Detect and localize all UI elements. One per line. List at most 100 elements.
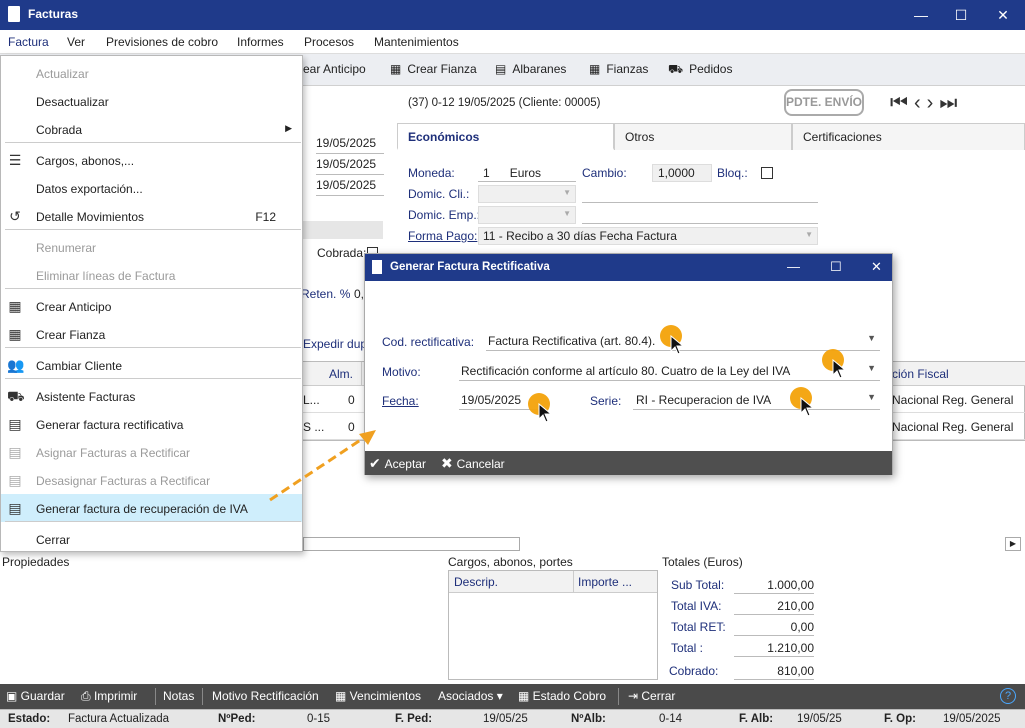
maximize-icon[interactable]: ☐	[830, 259, 842, 275]
section-bar	[303, 221, 383, 239]
moneda-label: Moneda:	[408, 166, 455, 180]
motivo-rectificacion-button[interactable]: Motivo Rectificación	[212, 689, 319, 703]
motivo-select[interactable]: Rectificación conforme al artículo 80. C…	[459, 361, 880, 381]
subtotal-value: 1.000,00	[734, 576, 814, 594]
previous-record-icon[interactable]: ‹	[914, 92, 927, 114]
close-icon[interactable]: ✕	[992, 6, 1014, 24]
tab-economicos[interactable]: Económicos	[397, 123, 614, 150]
help-icon[interactable]: ?	[1000, 688, 1016, 704]
next-record-icon[interactable]: ›	[927, 92, 940, 114]
dialog-footer: ✔ Aceptar ✖ Cancelar	[365, 451, 892, 475]
printer-icon: ⎙	[81, 689, 94, 703]
pedidos-button[interactable]: ⛟ Pedidos	[668, 62, 732, 78]
document-icon: ▤	[8, 500, 22, 516]
document-icon: ▤	[8, 444, 22, 460]
menu-procesos[interactable]: Procesos	[304, 35, 354, 49]
calculator-icon: ▦	[8, 298, 22, 314]
window-titlebar: Facturas — ☐ ✕	[0, 0, 1025, 30]
menu-item[interactable]: ▤ Generar factura rectificativa	[1, 410, 302, 438]
moneda-field[interactable]: 1 Euros	[478, 164, 576, 182]
domic-cli-select[interactable]: ▼	[478, 185, 576, 203]
col-alm[interactable]: Alm.	[329, 367, 353, 381]
menu-item[interactable]: Datos exportación...	[1, 174, 302, 202]
menu-item[interactable]: ⛟ Asistente Facturas	[1, 382, 302, 410]
cerrar-button[interactable]: ⇥ Cerrar	[628, 689, 675, 703]
chevron-down-icon: ▾	[493, 689, 503, 703]
menu-item-label: Actualizar	[36, 67, 89, 81]
col-fiscal[interactable]: ción Fiscal	[892, 367, 949, 381]
forma-pago-link[interactable]: Forma Pago:	[408, 229, 477, 243]
menu-item-label: Renumerar	[36, 241, 97, 255]
crear-fianza-button[interactable]: ▦ Crear Fianza	[390, 62, 477, 76]
menu-informes[interactable]: Informes	[237, 35, 284, 49]
col-importe[interactable]: Importe ...	[578, 575, 632, 589]
menu-item[interactable]: Desactualizar	[1, 87, 302, 115]
imprimir-button[interactable]: ⎙ Imprimir	[81, 689, 137, 704]
domic-emp-select[interactable]: ▼	[478, 206, 576, 224]
domic-emp-text[interactable]	[582, 206, 818, 224]
scroll-right-icon[interactable]: ▶	[1005, 537, 1021, 551]
menu-item[interactable]: Actualizar	[1, 59, 302, 87]
maximize-icon[interactable]: ☐	[950, 6, 972, 24]
estado-cobro-button[interactable]: ▦ Estado Cobro	[518, 689, 606, 703]
crear-anticipo-button[interactable]: ear Anticipo	[303, 62, 366, 76]
calculator-icon: ▦	[518, 689, 533, 703]
guardar-button[interactable]: ▣ Guardar	[6, 689, 65, 703]
menu-item[interactable]: Cobrada ▶	[1, 115, 302, 143]
horizontal-scroll-thumb[interactable]	[303, 537, 520, 551]
serie-label: Serie:	[590, 394, 622, 408]
date-field[interactable]: 19/05/2025	[316, 136, 384, 154]
menu-item[interactable]: ▦ Crear Anticipo	[1, 292, 302, 320]
expedir-label: Expedir dupl	[303, 337, 370, 351]
chevron-down-icon: ▼	[867, 363, 876, 373]
asociados-dropdown[interactable]: Asociados ▾	[438, 689, 503, 703]
vencimientos-button[interactable]: ▦ Vencimientos	[335, 689, 421, 703]
date-field[interactable]: 19/05/2025	[316, 157, 384, 175]
serie-select[interactable]: RI - Recuperacion de IVA ▼	[633, 390, 880, 410]
menu-ver[interactable]: Ver	[67, 35, 85, 49]
notas-button[interactable]: Notas	[163, 689, 194, 703]
minimize-icon[interactable]: —	[787, 259, 800, 274]
save-icon: ▣	[6, 689, 21, 703]
menu-item[interactable]: ▦ Crear Fianza	[1, 320, 302, 348]
menu-item-label: Eliminar líneas de Factura	[36, 269, 176, 283]
cursor-marker	[660, 325, 688, 355]
submenu-arrow-icon: ▶	[285, 123, 292, 133]
forma-pago-select[interactable]: 11 - Recibo a 30 días Fecha Factura ▼	[478, 227, 818, 245]
menu-item[interactable]: ▤ Asignar Facturas a Rectificar	[1, 438, 302, 466]
close-icon[interactable]: ✕	[871, 259, 882, 275]
calculator-icon: ▦	[589, 62, 601, 76]
albaranes-button[interactable]: ▤ Albaranes	[495, 62, 566, 76]
cambio-field[interactable]: 1,0000	[652, 164, 712, 182]
first-record-icon[interactable]: ⏮	[890, 92, 914, 114]
date-field[interactable]: 19/05/2025	[316, 178, 384, 196]
menu-mantenimientos[interactable]: Mantenimientos	[374, 35, 459, 49]
menu-item[interactable]: Cerrar	[1, 525, 302, 553]
menu-item[interactable]: Renumerar	[1, 233, 302, 261]
tab-otros[interactable]: Otros	[614, 123, 792, 150]
cursor-marker	[790, 387, 818, 417]
exit-icon: ⇥	[628, 689, 642, 703]
menu-item[interactable]: ▤ Desasignar Facturas a Rectificar	[1, 466, 302, 494]
cancelar-button[interactable]: ✖ Cancelar	[441, 455, 505, 472]
tab-certificaciones[interactable]: Certificaciones	[792, 123, 1025, 150]
col-descrip[interactable]: Descrip.	[454, 575, 498, 589]
fianzas-button[interactable]: ▦ Fianzas	[589, 62, 648, 76]
history-icon: ↺	[9, 208, 21, 224]
cargos-title: Cargos, abonos, portes	[448, 555, 573, 569]
totales-panel: Sub Total: 1.000,00 Total IVA: 210,00 To…	[662, 570, 822, 684]
fecha-link[interactable]: Fecha:	[382, 394, 419, 408]
domic-cli-text[interactable]	[582, 185, 818, 203]
nalb-value: 0-14	[659, 713, 683, 725]
menu-item[interactable]: ☰ Cargos, abonos,...	[1, 146, 302, 174]
bloq-checkbox[interactable]	[761, 167, 773, 179]
menu-item[interactable]: ↺ Detalle Movimientos F12	[1, 202, 302, 230]
menu-factura[interactable]: Factura	[8, 35, 49, 49]
last-record-icon[interactable]: ⏭	[939, 92, 963, 114]
menu-item[interactable]: 👥 Cambiar Cliente	[1, 351, 302, 379]
menu-previsiones[interactable]: Previsiones de cobro	[106, 35, 218, 49]
menu-item[interactable]: Eliminar líneas de Factura	[1, 261, 302, 289]
minimize-icon[interactable]: —	[910, 6, 932, 24]
fped-value: 19/05/25	[483, 713, 528, 725]
menu-item[interactable]: ▤ Generar factura de recuperación de IVA	[1, 494, 302, 522]
